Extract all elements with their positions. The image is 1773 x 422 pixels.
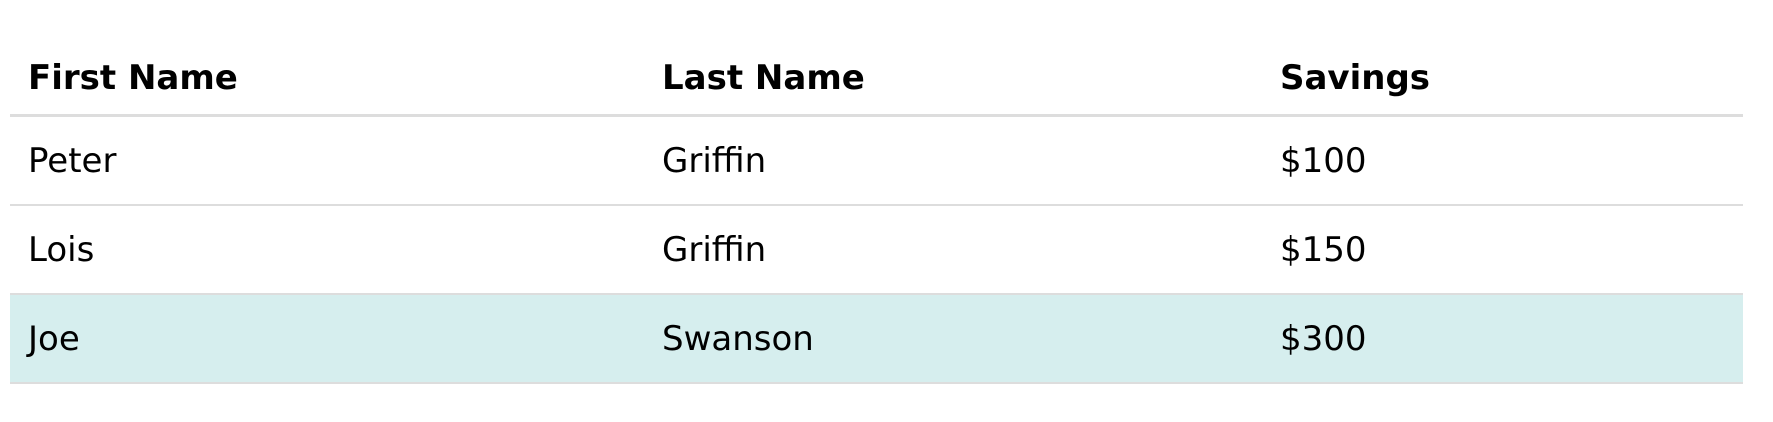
cell-last-name: Griffin: [644, 205, 1262, 295]
table-row: Lois Griffin $150: [10, 205, 1743, 295]
cell-savings: $100: [1262, 115, 1743, 206]
cell-first-name: Peter: [10, 115, 644, 206]
cell-first-name: Joe: [10, 294, 644, 384]
savings-table-container: First Name Last Name Savings Peter Griff…: [10, 42, 1743, 384]
cell-last-name: Swanson: [644, 294, 1262, 384]
table-row-highlighted: Joe Swanson $300: [10, 294, 1743, 384]
cell-first-name: Lois: [10, 205, 644, 295]
cell-savings: $150: [1262, 205, 1743, 295]
column-header-last-name: Last Name: [644, 42, 1262, 117]
cell-last-name: Griffin: [644, 115, 1262, 206]
table-header-row: First Name Last Name Savings: [10, 42, 1743, 117]
cell-savings: $300: [1262, 294, 1743, 384]
column-header-savings: Savings: [1262, 42, 1743, 117]
column-header-first-name: First Name: [10, 42, 644, 117]
savings-table: First Name Last Name Savings Peter Griff…: [10, 42, 1743, 384]
table-row: Peter Griffin $100: [10, 115, 1743, 206]
